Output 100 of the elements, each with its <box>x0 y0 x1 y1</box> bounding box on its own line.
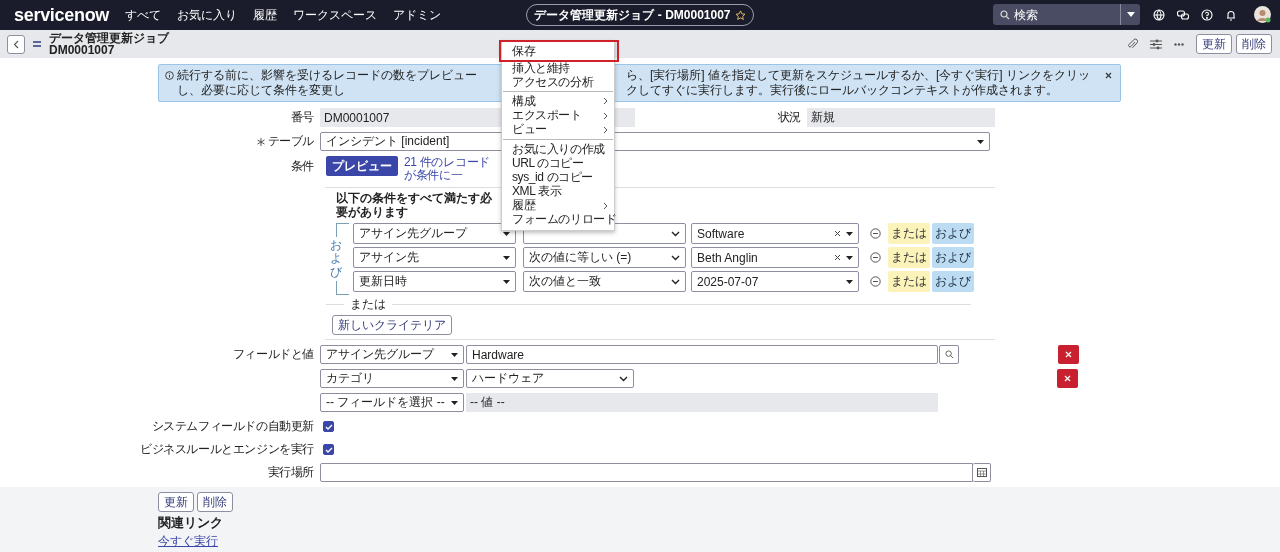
caret-icon <box>846 231 853 236</box>
checkbox[interactable] <box>323 444 334 455</box>
menu-item[interactable]: 保存 <box>501 42 617 60</box>
dropdown-icon[interactable] <box>1126 12 1135 17</box>
field-label: 番号 <box>290 109 314 126</box>
globe-icon[interactable] <box>1152 7 1166 22</box>
value-field[interactable]: Software <box>691 223 859 244</box>
paperclip-icon[interactable] <box>1127 38 1138 50</box>
state-field: 新規 <box>807 108 995 127</box>
field-label: 条件 <box>290 157 314 175</box>
update-button[interactable]: 更新 <box>158 492 194 512</box>
sliders-icon[interactable] <box>1150 38 1162 50</box>
menu-item[interactable]: sys_id のコピー <box>502 170 614 185</box>
clear-icon[interactable] <box>834 254 841 261</box>
menu-item[interactable]: エクスポート <box>502 108 614 123</box>
back-button[interactable] <box>7 34 25 54</box>
caret-icon <box>503 255 510 260</box>
remove-icon[interactable] <box>870 228 881 239</box>
remove-icon[interactable] <box>870 252 881 263</box>
caret-icon <box>846 279 853 284</box>
nav-menu-item[interactable]: アドミン <box>393 6 441 24</box>
value-select[interactable]: ハードウェア <box>466 369 634 388</box>
caret-icon <box>977 139 984 144</box>
calendar-button[interactable] <box>973 463 991 482</box>
and-button[interactable]: および <box>932 271 974 292</box>
nav-menu-item[interactable]: ワークスペース <box>293 6 377 24</box>
condition-heading: 以下の条件をすべて満たす必要があります <box>336 191 493 219</box>
remove-button[interactable] <box>1058 345 1079 364</box>
delete-button[interactable]: 削除 <box>1236 34 1272 54</box>
caret-icon <box>451 400 458 405</box>
remove-button[interactable] <box>1057 369 1078 388</box>
menu-item[interactable]: アクセスの分析 <box>502 75 614 90</box>
field-label: 状況 <box>777 109 801 126</box>
info-icon <box>165 71 174 80</box>
new-criteria-button[interactable]: 新しいクライテリア <box>332 315 452 335</box>
value-field[interactable]: Beth Anglin <box>691 247 859 268</box>
menu-item[interactable]: 挿入と維持 <box>502 61 614 76</box>
close-icon[interactable] <box>1105 72 1112 79</box>
value-field[interactable]: Hardware <box>466 345 938 364</box>
delete-button[interactable]: 削除 <box>197 492 233 512</box>
calendar-icon <box>976 468 987 477</box>
caret-icon <box>451 352 458 357</box>
info-text: ら、[実行場所] 値を指定して更新をスケジュールするか、[今すぐ実行] リンクをクリックしてすぐに実行します。実行後にロールバックコンテキストが作成されます。 <box>626 68 1091 98</box>
field-select[interactable]: 更新日時 <box>353 271 516 292</box>
info-text: 続行する前に、影響を受けるレコードの数をプレビューし、必要に応じて条件を変更し <box>177 68 478 98</box>
or-button[interactable]: または <box>888 247 930 268</box>
value-field[interactable]: 2025-07-07 <box>691 271 859 292</box>
search-field[interactable]: 検索 <box>993 4 1140 25</box>
operator-select[interactable]: 次の値と一致 <box>523 271 686 292</box>
value-field: -- 値 -- <box>466 393 938 412</box>
star-icon[interactable] <box>734 9 746 21</box>
field-label: システムフィールドの自動更新 <box>151 418 314 435</box>
field-label: ビジネスルールとエンジンを実行 <box>140 441 314 458</box>
match-count-link[interactable]: 21 件のレコードが条件に一 <box>404 156 500 182</box>
caret-icon <box>451 376 458 381</box>
or-button[interactable]: または <box>888 271 930 292</box>
menu-icon[interactable] <box>33 41 41 47</box>
close-icon <box>1064 375 1071 382</box>
chevron-icon <box>671 230 680 237</box>
run-at-field[interactable] <box>320 463 973 482</box>
chat-icon[interactable] <box>1176 7 1190 22</box>
record-number: DM0001007 <box>49 44 115 56</box>
caret-icon <box>503 279 510 284</box>
nav-menu-item[interactable]: すべて <box>125 6 161 24</box>
operator-select[interactable]: 次の値に等しい (=) <box>523 247 686 268</box>
and-button[interactable]: および <box>932 223 974 244</box>
checkbox[interactable] <box>323 421 334 432</box>
help-icon[interactable] <box>1200 7 1214 22</box>
preview-button[interactable]: プレビュー <box>326 156 398 176</box>
nav-menu-item[interactable]: お気に入り <box>177 6 237 24</box>
group-label: および <box>330 237 342 281</box>
field-select[interactable]: アサイン先グループ <box>353 223 516 244</box>
and-button[interactable]: および <box>932 247 974 268</box>
field-label: フィールドと値 <box>232 346 314 363</box>
more-icon[interactable] <box>1174 42 1184 46</box>
nav-menu-item[interactable]: 履歴 <box>253 6 277 24</box>
remove-icon[interactable] <box>870 276 881 287</box>
or-button[interactable]: または <box>888 223 930 244</box>
search-icon <box>1000 9 1010 20</box>
field-select[interactable]: -- フィールドを選択 -- <box>320 393 464 412</box>
related-links-heading: 関連リンク <box>158 514 224 532</box>
caret-icon <box>846 255 853 260</box>
lookup-button[interactable] <box>939 345 959 364</box>
menu-item[interactable]: 履歴 <box>502 198 614 213</box>
form-title: データ管理更新ジョブ <box>49 32 169 44</box>
menu-item[interactable]: 構成 <box>502 94 614 109</box>
run-now-link[interactable]: 今すぐ実行 <box>158 533 218 550</box>
field-select[interactable]: アサイン先 <box>353 247 516 268</box>
back-icon <box>13 39 19 49</box>
field-select[interactable]: アサイン先グループ <box>320 345 464 364</box>
chevron-icon <box>671 278 680 285</box>
menu-item[interactable]: URL のコピー <box>502 156 614 171</box>
avatar[interactable] <box>1254 6 1271 23</box>
update-button[interactable]: 更新 <box>1196 34 1232 54</box>
search-input[interactable]: 検索 <box>1010 5 1120 24</box>
field-select[interactable]: カテゴリ <box>320 369 464 388</box>
logo[interactable]: servicenow <box>14 4 125 26</box>
menu-item[interactable]: XML 表示 <box>502 184 614 199</box>
search-icon <box>944 350 954 359</box>
clear-icon[interactable] <box>834 230 841 237</box>
